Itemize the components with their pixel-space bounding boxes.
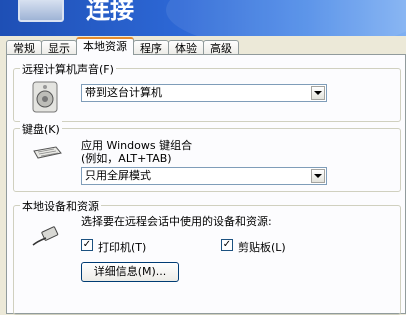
banner-title: 连接 [86, 0, 134, 24]
computer-icon [18, 0, 64, 22]
keyboard-group: 键盘(K) 应用 Windows 键组合 (例如，ALT+TAB) 只用全屏模式 [13, 121, 401, 192]
clipboard-label[interactable]: 剪贴板(L) [238, 239, 286, 255]
tab-strip: 常规 显示 本地资源 程序 体验 高级 [6, 37, 239, 55]
details-button[interactable]: 详细信息(M)... [81, 262, 179, 282]
sound-group-label: 远程计算机声音(F) [20, 61, 116, 77]
chevron-down-icon[interactable] [311, 169, 325, 183]
tab-advanced[interactable]: 高级 [203, 40, 239, 55]
tab-experience[interactable]: 体验 [168, 40, 204, 55]
tab-general[interactable]: 常规 [6, 40, 42, 55]
local-devices-group-label: 本地设备和资源 [20, 198, 101, 214]
tab-local-resources[interactable]: 本地资源 [76, 37, 134, 55]
tab-programs[interactable]: 程序 [133, 40, 169, 55]
clipboard-checkbox[interactable]: ✓ [221, 239, 233, 251]
tab-display[interactable]: 显示 [41, 40, 77, 55]
printers-label[interactable]: 打印机(T) [98, 239, 146, 255]
keyboard-select-value: 只用全屏模式 [85, 169, 151, 182]
keyboard-icon [33, 146, 62, 159]
sound-group: 远程计算机声音(F) 带到这台计算机 [13, 61, 401, 122]
chevron-down-icon[interactable] [311, 86, 325, 100]
keyboard-select[interactable]: 只用全屏模式 [81, 167, 327, 185]
keyboard-group-label: 键盘(K) [20, 121, 62, 137]
sound-select-value: 带到这台计算机 [85, 86, 162, 99]
tab-panel: 远程计算机声音(F) 带到这台计算机 键盘(K) 应用 Windows 键组合 … [6, 54, 406, 315]
sound-select[interactable]: 带到这台计算机 [81, 84, 327, 102]
header-banner: 连接 [0, 0, 406, 36]
printers-checkbox[interactable]: ✓ [81, 239, 93, 251]
check-icon: ✓ [82, 239, 92, 250]
local-devices-description: 选择要在远程会话中使用的设备和资源: [81, 215, 272, 228]
check-icon: ✓ [222, 239, 232, 250]
local-devices-group: 本地设备和资源 选择要在远程会话中使用的设备和资源: ✓ 打印机(T) ✓ 剪贴… [13, 198, 401, 315]
speaker-icon [32, 81, 58, 113]
keyboard-description-line2: (例如，ALT+TAB) [81, 152, 172, 165]
usb-plug-icon [32, 226, 59, 246]
banner-decoration [166, 0, 406, 36]
